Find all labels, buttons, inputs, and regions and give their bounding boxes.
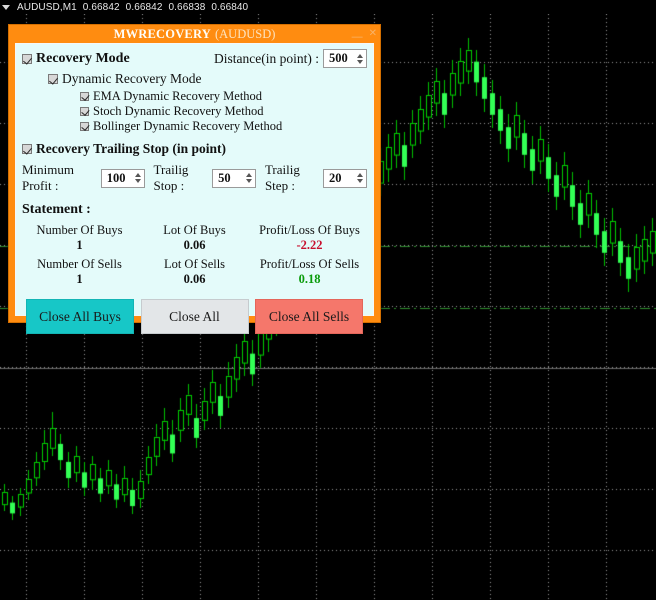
panel-title: MWRECOVERY xyxy=(113,26,211,41)
method-ema-label: EMA Dynamic Recovery Method xyxy=(93,89,263,103)
lot-of-sells-header: Lot Of Sells xyxy=(163,257,226,271)
recovery-trailing-stop-checkbox[interactable] xyxy=(22,144,32,154)
dynamic-recovery-methods: EMA Dynamic Recovery Method Stoch Dynami… xyxy=(80,89,367,133)
statement-row-buys: Number Of Buys 1 Lot Of Buys 0.06 Profit… xyxy=(22,222,367,253)
window-controls: — ✕ xyxy=(352,25,377,43)
dynamic-recovery-mode-row[interactable]: Dynamic Recovery Mode xyxy=(48,71,367,87)
action-buttons: Close All Buys Close All Close All Sells xyxy=(22,299,367,334)
trailing-step-stepper[interactable]: 20 xyxy=(322,168,367,188)
method-stoch-checkbox[interactable] xyxy=(80,106,89,116)
trailing-params-row: Minimum Profit : 100 Trailig Stop : 50 T… xyxy=(22,162,367,194)
recovery-mode-checkbox-group[interactable]: Recovery Mode xyxy=(22,51,130,67)
stepper-up-icon[interactable] xyxy=(246,173,253,177)
profit-loss-of-sells-value: 0.18 xyxy=(298,272,321,286)
lot-of-sells-cell: Lot Of Sells 0.06 xyxy=(137,256,252,287)
stepper-up-icon[interactable] xyxy=(357,53,363,58)
minimum-profit-stepper[interactable]: 100 xyxy=(100,168,145,188)
lot-of-buys-header: Lot Of Buys xyxy=(163,223,226,237)
statement-title: Statement : xyxy=(22,202,91,217)
profit-loss-of-buys-value: -2.22 xyxy=(296,238,323,252)
trading-terminal-window: AUDUSD,M1 0.66842 0.66842 0.66838 0.6684… xyxy=(0,0,656,600)
trailing-step-value[interactable]: 20 xyxy=(329,171,351,186)
recovery-mode-label: Recovery Mode xyxy=(36,50,130,66)
panel-body: Recovery Mode Distance(in point) : 500 D… xyxy=(15,43,374,334)
symbol-label: AUDUSD,M1 xyxy=(17,1,77,13)
triangle-down-icon[interactable] xyxy=(2,4,10,10)
minimum-profit-group: Minimum Profit : 100 xyxy=(22,162,145,194)
number-of-buys-value: 1 xyxy=(76,238,83,252)
number-of-sells-value: 1 xyxy=(76,272,83,286)
quote-close: 0.66840 xyxy=(211,1,249,13)
close-all-button[interactable]: Close All xyxy=(140,299,249,334)
stepper-up-icon[interactable] xyxy=(134,173,141,177)
recovery-trailing-stop-label: Recovery Trailing Stop (in point) xyxy=(36,141,227,156)
minimum-profit-label: Minimum Profit : xyxy=(22,162,75,193)
statement-row-sells: Number Of Sells 1 Lot Of Sells 0.06 Prof… xyxy=(22,256,367,287)
distance-label: Distance(in point) : xyxy=(214,50,319,66)
method-ema-row[interactable]: EMA Dynamic Recovery Method xyxy=(80,89,367,103)
number-of-sells-cell: Number Of Sells 1 xyxy=(22,256,137,287)
profit-loss-of-sells-header: Profit/Loss Of Sells xyxy=(259,257,360,271)
method-stoch-label: Stoch Dynamic Recovery Method xyxy=(93,104,264,118)
trailing-stop-stepper[interactable]: 50 xyxy=(212,168,257,188)
trailing-stop-group: Trailig Stop : 50 xyxy=(154,162,257,194)
distance-stepper-arrows[interactable] xyxy=(357,53,364,64)
profit-loss-of-buys-header: Profit/Loss Of Buys xyxy=(259,223,360,237)
close-all-buys-button[interactable]: Close All Buys xyxy=(26,299,134,334)
recovery-mode-row: Recovery Mode Distance(in point) : 500 xyxy=(22,49,367,68)
distance-value[interactable]: 500 xyxy=(329,51,351,66)
symbol-quote-bar: AUDUSD,M1 0.66842 0.66842 0.66838 0.6684… xyxy=(0,0,656,14)
minimum-profit-stepper-arrows[interactable] xyxy=(134,173,142,183)
trailing-step-group: Trailig Step : 20 xyxy=(265,162,367,194)
distance-stepper[interactable]: 500 xyxy=(323,49,367,68)
quote-low: 0.66838 xyxy=(168,1,206,13)
minimize-icon[interactable]: — xyxy=(352,32,363,43)
lot-of-sells-value: 0.06 xyxy=(183,272,206,286)
method-stoch-row[interactable]: Stoch Dynamic Recovery Method xyxy=(80,104,367,118)
method-ema-checkbox[interactable] xyxy=(80,91,89,101)
trailing-stop-label: Trailig Stop : xyxy=(153,162,189,193)
stepper-up-icon[interactable] xyxy=(356,173,363,177)
quote-high: 0.66842 xyxy=(125,1,163,13)
recovery-trailing-stop-row[interactable]: Recovery Trailing Stop (in point) xyxy=(22,141,367,157)
trailing-step-label: Trailig Step : xyxy=(264,162,300,193)
stepper-down-icon[interactable] xyxy=(134,179,141,183)
number-of-buys-cell: Number Of Buys 1 xyxy=(22,222,137,253)
trailing-stop-value[interactable]: 50 xyxy=(218,171,240,186)
quote-open: 0.66842 xyxy=(82,1,120,13)
method-bollinger-checkbox[interactable] xyxy=(80,121,89,131)
dynamic-recovery-mode-label: Dynamic Recovery Mode xyxy=(62,71,202,86)
distance-group: Distance(in point) : 500 xyxy=(214,49,367,68)
lot-of-buys-value: 0.06 xyxy=(183,238,206,252)
trailing-step-stepper-arrows[interactable] xyxy=(356,173,364,183)
method-bollinger-row[interactable]: Bollinger Dynamic Recovery Method xyxy=(80,119,367,133)
dynamic-recovery-mode-checkbox[interactable] xyxy=(48,74,58,84)
recovery-mode-checkbox[interactable] xyxy=(22,53,32,64)
method-bollinger-label: Bollinger Dynamic Recovery Method xyxy=(93,119,283,133)
mwrecovery-panel: MWRECOVERY (AUDUSD) — ✕ Recovery Mode Di… xyxy=(8,24,381,334)
panel-titlebar[interactable]: MWRECOVERY (AUDUSD) — ✕ xyxy=(9,25,380,43)
stepper-down-icon[interactable] xyxy=(357,59,363,64)
stepper-down-icon[interactable] xyxy=(246,179,253,183)
number-of-buys-header: Number Of Buys xyxy=(36,223,123,237)
profit-loss-of-buys-cell: Profit/Loss Of Buys -2.22 xyxy=(252,222,367,253)
stepper-down-icon[interactable] xyxy=(356,179,363,183)
trailing-stop-stepper-arrows[interactable] xyxy=(246,173,253,183)
lot-of-buys-cell: Lot Of Buys 0.06 xyxy=(137,222,252,253)
close-all-sells-button[interactable]: Close All Sells xyxy=(255,299,363,334)
statement-table: Number Of Buys 1 Lot Of Buys 0.06 Profit… xyxy=(22,222,367,287)
profit-loss-of-sells-cell: Profit/Loss Of Sells 0.18 xyxy=(252,256,367,287)
close-icon[interactable]: ✕ xyxy=(369,29,377,39)
number-of-sells-header: Number Of Sells xyxy=(37,257,122,271)
panel-title-symbol: (AUDUSD) xyxy=(214,26,276,41)
minimum-profit-value[interactable]: 100 xyxy=(107,171,129,186)
